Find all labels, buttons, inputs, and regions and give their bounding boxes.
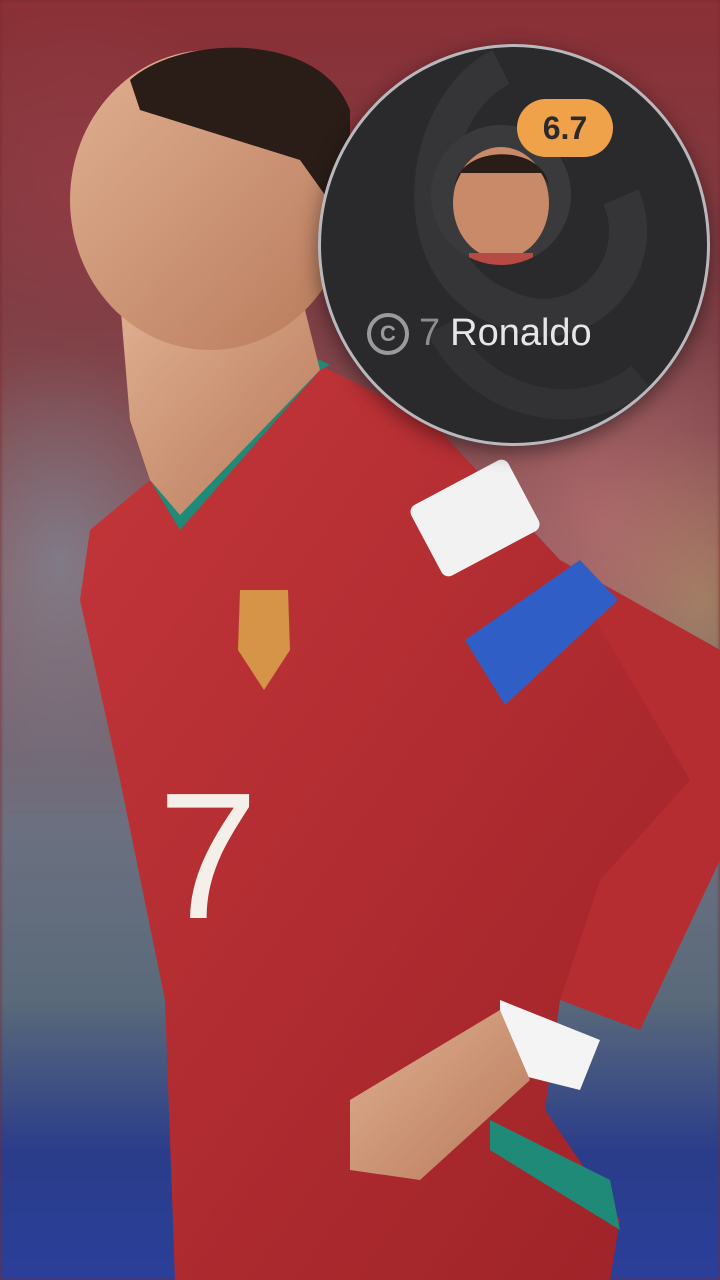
rating-badge: 6.7 (517, 99, 613, 157)
jersey-number: 7 (158, 756, 258, 957)
player-rating-card: 6.7 C 7 Ronaldo (318, 44, 710, 446)
player-name-row: C 7 Ronaldo (367, 312, 592, 355)
player-number: 7 (419, 312, 441, 354)
captain-icon: C (367, 312, 409, 355)
player-name: Ronaldo (450, 312, 592, 354)
